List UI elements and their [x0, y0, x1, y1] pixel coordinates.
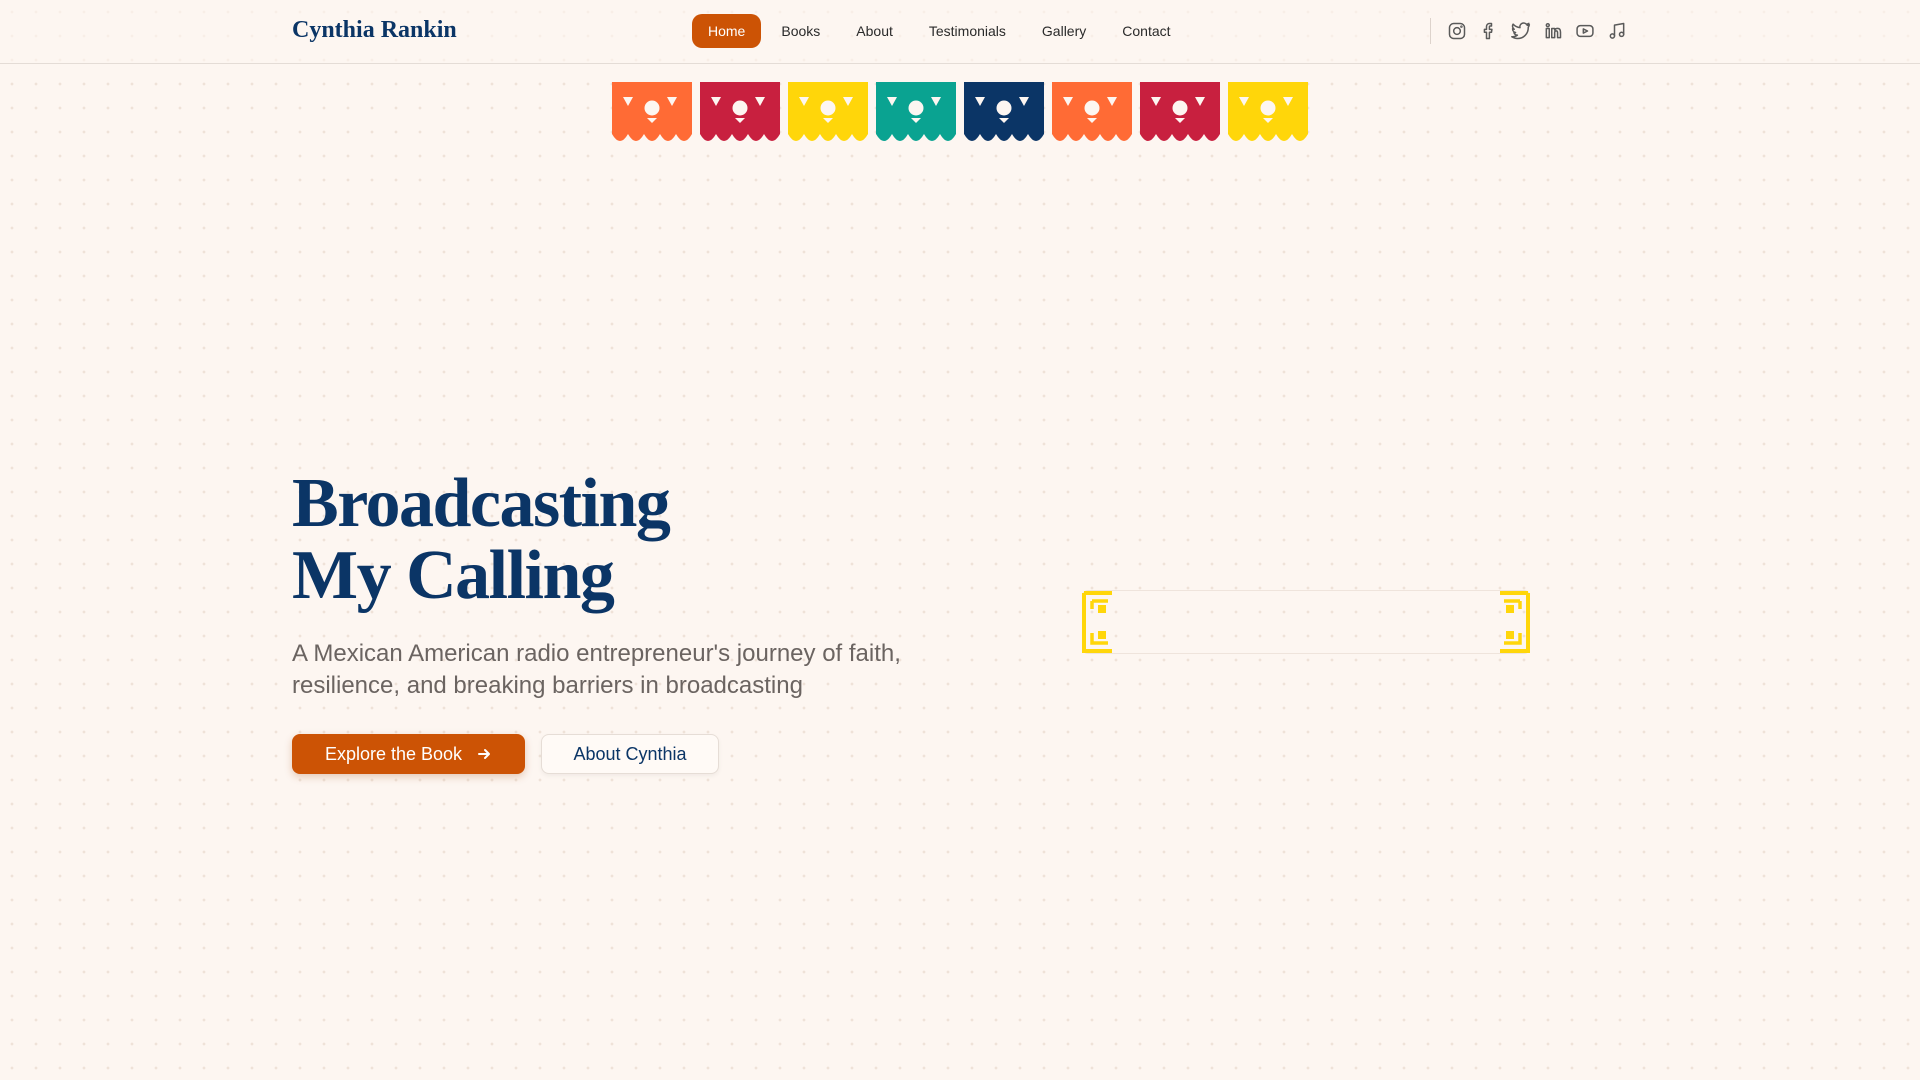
facebook-icon[interactable]: [1477, 19, 1501, 43]
explore-book-button[interactable]: Explore the Book: [292, 734, 525, 774]
hero-title-line-1: Broadcasting: [292, 465, 671, 542]
about-cynthia-button[interactable]: About Cynthia: [541, 734, 719, 774]
main-nav: Home Books About Testimonials Gallery Co…: [692, 14, 1187, 48]
hero-title-line-2: My Calling: [292, 537, 615, 614]
banner-flag: [1052, 82, 1132, 142]
music-note-icon[interactable]: [1605, 19, 1629, 43]
hero-subtitle: A Mexican American radio entrepreneur's …: [292, 640, 901, 699]
frame-corner-left-icon: [1081, 589, 1115, 655]
nav-contact[interactable]: Contact: [1106, 14, 1186, 48]
twitter-icon[interactable]: [1509, 19, 1533, 43]
hero-title: Broadcasting My Calling: [292, 465, 671, 614]
site-header: Cynthia Rankin Home Books About Testimon…: [0, 0, 1920, 64]
social-links: [1430, 18, 1637, 44]
social-divider: [1430, 18, 1431, 44]
arrow-right-icon: [478, 749, 491, 759]
youtube-icon[interactable]: [1573, 19, 1597, 43]
banner-flag: [876, 82, 956, 142]
linkedin-icon[interactable]: [1541, 19, 1565, 43]
banner-flag: [1140, 82, 1220, 142]
instagram-icon[interactable]: [1445, 19, 1469, 43]
nav-gallery[interactable]: Gallery: [1026, 14, 1102, 48]
brand-logo[interactable]: Cynthia Rankin: [292, 17, 457, 44]
banner-flag: [700, 82, 780, 142]
nav-testimonials[interactable]: Testimonials: [913, 14, 1022, 48]
banner-flag: [964, 82, 1044, 142]
nav-books[interactable]: Books: [765, 14, 836, 48]
hero-image-frame: [1082, 590, 1530, 654]
banner-flag: [612, 82, 692, 142]
nav-home[interactable]: Home: [692, 14, 762, 48]
frame-corner-right-icon: [1497, 589, 1531, 655]
banner-flag: [788, 82, 868, 142]
papel-picado-banner: [612, 82, 1308, 142]
explore-book-label: Explore the Book: [324, 743, 463, 764]
nav-about[interactable]: About: [840, 14, 909, 48]
banner-flag: [1228, 82, 1308, 142]
